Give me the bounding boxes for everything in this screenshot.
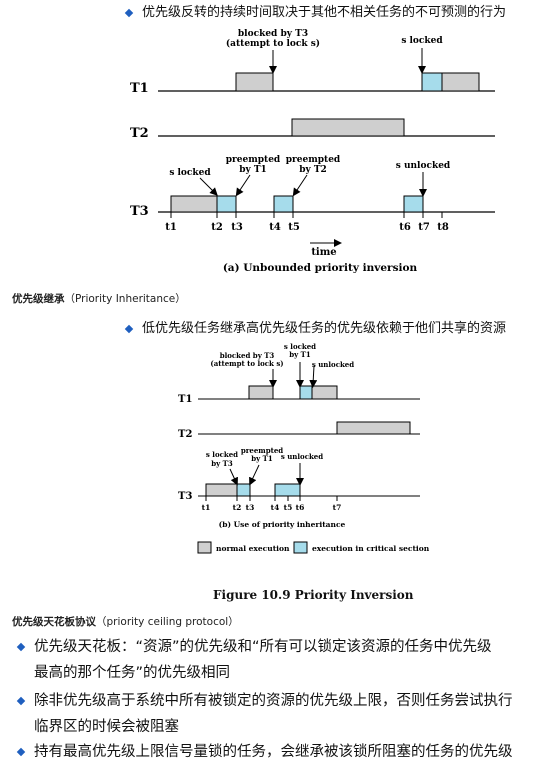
diagram-a-t1-slocked-label: s locked bbox=[401, 36, 443, 46]
diagram-a-row-t3: T3 bbox=[130, 204, 149, 219]
diagram-b-slocked-t3-arrow bbox=[229, 468, 238, 486]
diagram-a-tick-label: t6 bbox=[399, 222, 411, 233]
diagram-b-tick-label: t5 bbox=[284, 503, 293, 512]
diagram-b-slocked-t3-label: s locked bbox=[206, 450, 238, 459]
diagram-a-row-t1: T1 bbox=[130, 81, 149, 96]
diagram-a-t1-normal-bar-2 bbox=[441, 72, 480, 92]
diagram-b-t1-normal-bar-2 bbox=[311, 385, 338, 400]
section-title-inheritance: 优先级继承（Priority Inheritance） bbox=[12, 291, 186, 306]
section-title-paren: （Priority Inheritance） bbox=[64, 293, 186, 305]
diagram-a-t3-critical-bar-3 bbox=[403, 195, 424, 213]
figure-caption: Figure 10.9 Priority Inversion bbox=[213, 588, 414, 602]
diagram-a-tick-marks bbox=[170, 212, 443, 218]
inherit-bullet-text: 低优先级任务继承高优先级任务的优先级依赖于他们共享的资源 bbox=[142, 321, 507, 336]
diagram-b-t3-critical-bar bbox=[236, 483, 251, 497]
diagram-a-tick-label: t7 bbox=[418, 222, 430, 233]
diagram-a-sunlocked-label: s unlocked bbox=[396, 161, 451, 171]
ceiling-bullet: 除非优先级高于系统中所有被锁定的资源的优先级上限，否则任务尝试执行 临界区的时候… bbox=[16, 688, 513, 740]
diagram-a-preempted-t2-sublabel: by T2 bbox=[299, 165, 327, 175]
diagram-a-preempted-t1-sublabel: by T1 bbox=[239, 165, 267, 175]
diagram-a-tick-label: t2 bbox=[211, 222, 223, 233]
diagram-a-blocked-sublabel: (attempt to lock s) bbox=[226, 38, 320, 49]
diagram-a-time-label: time bbox=[311, 247, 336, 258]
diagram-b-tick-label: t6 bbox=[296, 503, 305, 512]
diagram-b-slocked-t3-sublabel: by T3 bbox=[211, 459, 233, 468]
ceiling-bullet: 优先级天花板：“资源”的优先级和“所有可以锁定该资源的任务中优先级 最高的那个任… bbox=[16, 634, 492, 686]
diagram-a-t3-normal-bar bbox=[170, 195, 218, 213]
section-title-text: 优先级天花板协议 bbox=[12, 616, 96, 628]
diagram-a-caption: (a) Unbounded priority inversion bbox=[223, 262, 418, 274]
diagram-a-tick-label: t5 bbox=[288, 222, 300, 233]
diagram-b-caption: (b) Use of priority inheritance bbox=[219, 520, 346, 529]
diagram-b-tick-label: t2 bbox=[233, 503, 242, 512]
diagram-b-tick-marks bbox=[205, 496, 338, 501]
diagram-a-preempted-t2-arrow bbox=[292, 174, 308, 197]
diagram-a-tick-label: t3 bbox=[231, 222, 243, 233]
diagram-b-row-t3: T3 bbox=[178, 491, 192, 502]
diagram-b: T1 T2 T3 blocked by T3 (attempt to lock … bbox=[178, 342, 430, 554]
bullet-diamond-icon bbox=[16, 747, 26, 757]
diagram-a-blocked-label: blocked by T3 bbox=[238, 29, 308, 39]
diagram-a-t2-normal-bar bbox=[291, 118, 405, 137]
diagram-a-row-t2: T2 bbox=[130, 126, 149, 141]
bullet-diamond-icon bbox=[16, 696, 26, 706]
legend-normal-label: normal execution bbox=[216, 544, 290, 553]
diagram-b-tick-label: t3 bbox=[246, 503, 255, 512]
ceiling-bullet: 持有最高优先级上限信号量锁的任务，会继承被该锁所阻塞的任务的优先级 bbox=[16, 739, 513, 765]
ceiling-bullet-text: 持有最高优先级上限信号量锁的任务，会继承被该锁所阻塞的任务的优先级 bbox=[34, 744, 513, 760]
diagram-b-t3-normal-bar bbox=[205, 483, 238, 497]
diagram-b-sunlocked-bottom-label: s unlocked bbox=[281, 452, 323, 461]
diagram-b-preempted-sublabel: by T1 bbox=[251, 454, 273, 463]
diagram-b-blocked-sublabel: (attempt to lock s) bbox=[210, 359, 283, 368]
diagram-a-preempted-t1-label: preempted bbox=[226, 155, 281, 165]
legend-normal-swatch bbox=[197, 541, 212, 554]
ceiling-bullet-text: 优先级天花板：“资源”的优先级和“所有可以锁定该资源的任务中优先级 最高的那个任… bbox=[34, 639, 492, 681]
diagram-a-t1-normal-bar bbox=[235, 72, 274, 92]
diagram-b-t1-normal-bar bbox=[248, 385, 274, 400]
diagram-b-row-t1: T1 bbox=[178, 394, 192, 405]
diagram-a-t3-slocked-arrow bbox=[199, 177, 218, 196]
diagram-b-tick-label: t7 bbox=[333, 503, 342, 512]
section-title-paren: （priority ceiling protocol） bbox=[96, 616, 239, 628]
bullet-diamond-icon bbox=[124, 324, 134, 334]
diagram-b-t3-critical-bar-2 bbox=[274, 483, 301, 497]
diagram-a-preempted-t2-label: preempted bbox=[286, 155, 341, 165]
diagram-b-t2-normal-bar bbox=[336, 421, 411, 435]
diagram-a-tick-label: t8 bbox=[437, 222, 449, 233]
diagram-a-t3-slocked-label: s locked bbox=[169, 168, 211, 178]
ceiling-bullet-text: 除非优先级高于系统中所有被锁定的资源的优先级上限，否则任务尝试执行 临界区的时候… bbox=[34, 693, 513, 735]
diagram-a-t1-critical-bar bbox=[421, 72, 443, 92]
diagram-b-sunlocked-top-label: s unlocked bbox=[312, 360, 354, 369]
diagram-b-row-t2: T2 bbox=[178, 429, 192, 440]
section-title-text: 优先级继承 bbox=[12, 293, 65, 305]
diagram-a-tick-label: t1 bbox=[165, 222, 177, 233]
diagram-b-tick-label: t1 bbox=[202, 503, 211, 512]
section-title-ceiling: 优先级天花板协议（priority ceiling protocol） bbox=[12, 614, 239, 629]
diagram-a: T1 T2 T3 blocked by T3 (attempt to lock … bbox=[130, 29, 495, 274]
diagram-a-tick-label: t4 bbox=[269, 222, 281, 233]
diagram-b-tick-label: t4 bbox=[271, 503, 280, 512]
bullet-diamond-icon bbox=[16, 642, 26, 652]
diagram-a-preempted-t1-arrow bbox=[235, 174, 251, 197]
diagram-b-preempted-arrow bbox=[249, 464, 260, 486]
diagram-b-t1-critical-bar bbox=[299, 385, 313, 400]
diagram-a-t3-critical-bar-2 bbox=[273, 195, 294, 213]
diagram-b-slocked-t1-sublabel: by T1 bbox=[289, 350, 311, 359]
inherit-bullet: 低优先级任务继承高优先级任务的优先级依赖于他们共享的资源 bbox=[124, 320, 507, 338]
legend-critical-label: execution in critical section bbox=[312, 544, 430, 553]
legend-critical-swatch bbox=[293, 541, 308, 554]
diagram-a-t3-critical-bar bbox=[216, 195, 237, 213]
